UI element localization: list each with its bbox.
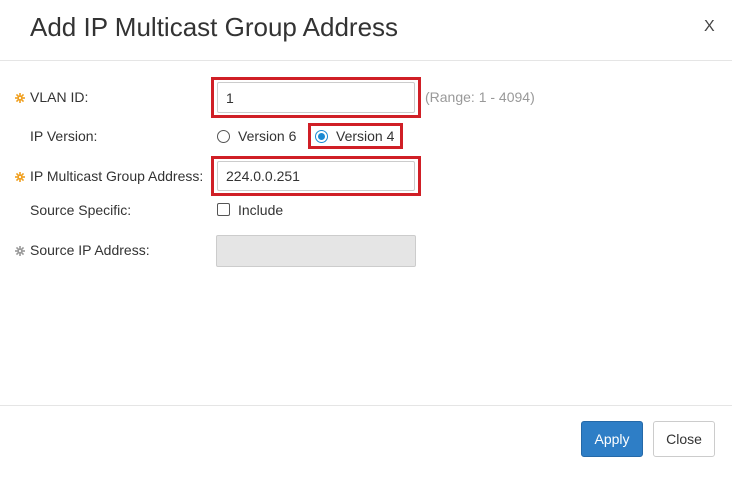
- radio-version-6[interactable]: [217, 130, 230, 143]
- apply-button[interactable]: Apply: [581, 421, 643, 457]
- vlan-range-hint: (Range: 1 - 4094): [425, 89, 535, 105]
- source-ip-address-input[interactable]: [216, 235, 416, 267]
- radio-version-6-label[interactable]: Version 6: [238, 128, 296, 144]
- ip-version-label: IP Version:: [30, 128, 98, 144]
- footer-divider: [0, 405, 732, 406]
- ip-multicast-group-address-label: IP Multicast Group Address:: [30, 168, 204, 184]
- source-ip-address-label: Source IP Address:: [30, 242, 150, 258]
- disabled-asterisk-icon: [15, 246, 25, 256]
- required-asterisk-icon: [15, 93, 25, 103]
- radio-version-4[interactable]: [315, 130, 328, 143]
- radio-version-4-label[interactable]: Version 4: [336, 128, 394, 144]
- include-checkbox-label[interactable]: Include: [238, 202, 283, 218]
- vlan-id-input[interactable]: [217, 82, 415, 113]
- dialog-title: Add IP Multicast Group Address: [30, 12, 399, 42]
- header-divider: [0, 60, 732, 61]
- required-asterisk-icon: [15, 172, 25, 182]
- close-button[interactable]: Close: [653, 421, 715, 457]
- ip-multicast-group-address-input[interactable]: [217, 161, 415, 191]
- source-specific-label: Source Specific:: [30, 202, 132, 218]
- vlan-id-label: VLAN ID:: [30, 89, 89, 105]
- close-icon[interactable]: X: [704, 18, 715, 36]
- include-checkbox[interactable]: [217, 203, 230, 216]
